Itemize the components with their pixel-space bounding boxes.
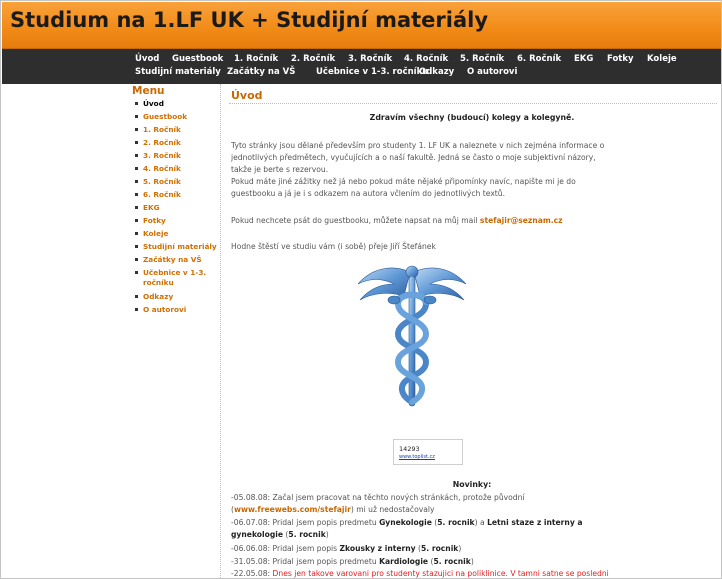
nav-link-1-rocnik[interactable]: 1. Ročník [234, 54, 278, 64]
browser-page: Studium na 1.LF UK + Studijní materiály … [0, 0, 722, 579]
intro-line-5: guestbooku a já je i s odkazem na autora… [231, 189, 506, 198]
sidebar-item-4-rocnik[interactable]: 4. Ročník [135, 164, 219, 174]
news-item-4: -31.05.08: Pridal jsem popis predmetu Ka… [231, 557, 474, 566]
bullet-icon [135, 294, 138, 298]
news-item-5: -22.05.08: Dnes jen takove varovani pro … [231, 569, 609, 578]
sidebar-item-2-rocnik[interactable]: 2. Ročník [135, 138, 219, 148]
bullet-icon [135, 257, 138, 261]
left-margin [2, 84, 129, 578]
bullet-icon [135, 218, 138, 222]
top-navigation: Úvod Guestbook 1. Ročník 2. Ročník 3. Ro… [2, 49, 721, 84]
nav-link-3-rocnik[interactable]: 3. Ročník [348, 54, 392, 64]
bullet-icon [135, 101, 138, 105]
wish-paragraph: Hodne štěstí ve studiu vám (i sobě) přej… [231, 242, 436, 251]
counter-link[interactable]: www.toplist.cz [399, 454, 435, 460]
news-item-1-cont: (www.freewebs.com/stefajir) mi už nedost… [231, 505, 435, 514]
bullet-icon [135, 192, 138, 196]
mail-paragraph: Pokud nechcete psát do guestbooku, můžet… [231, 216, 563, 225]
bullet-icon [135, 140, 138, 144]
news-item-3: -06.06.08: Pridal jsem popis Zkousky z i… [231, 544, 462, 553]
nav-link-ucebnice[interactable]: Učebnice v 1-3. ročníku [316, 67, 428, 77]
bullet-icon [135, 270, 138, 274]
sidebar-item-5-rocnik[interactable]: 5. Ročník [135, 177, 219, 187]
main-content: Úvod Zdravím všechny (budoucí) kolegy a … [222, 84, 721, 578]
nav-link-zacatky-na-vs[interactable]: Začátky na VŠ [227, 67, 295, 77]
freewebs-link[interactable]: www.freewebs.com/stefajir [234, 505, 351, 514]
sidebar-item-studijni-materialy[interactable]: Studijní materiály [135, 242, 219, 252]
sidebar-item-1-rocnik[interactable]: 1. Ročník [135, 125, 219, 135]
title-divider [229, 103, 717, 104]
sidebar-item-ekg[interactable]: EKG [135, 203, 219, 213]
nav-link-ekg[interactable]: EKG [574, 54, 593, 64]
caduceus-image [357, 265, 467, 407]
visitor-counter[interactable]: 14293 www.toplist.cz [393, 439, 463, 465]
intro-line-1: Tyto stránky jsou dělané především pro s… [231, 141, 605, 150]
site-header: Studium na 1.LF UK + Studijní materiály [2, 2, 721, 49]
sidebar-item-koleje[interactable]: Koleje [135, 229, 219, 239]
news-item-2-cont: gynekologie (5. rocnik) [231, 530, 329, 539]
sidebar-title: Menu [132, 85, 165, 97]
sidebar-item-6-rocnik[interactable]: 6. Ročník [135, 190, 219, 200]
bullet-icon [135, 179, 138, 183]
sidebar-item-o-autorovi[interactable]: O autorovi [135, 305, 219, 315]
news-item-1: -05.08.08: Začal jsem pracovat na těchto… [231, 493, 525, 502]
intro-line-3: takže je berte s rezervou. [231, 165, 329, 174]
bullet-icon [135, 153, 138, 157]
nav-link-2-rocnik[interactable]: 2. Ročník [291, 54, 335, 64]
bullet-icon [135, 307, 138, 311]
bullet-icon [135, 231, 138, 235]
greeting-text: Zdravím všechny (budoucí) kolegy a koleg… [369, 113, 575, 122]
nav-link-o-autorovi[interactable]: O autorovi [467, 67, 517, 77]
bullet-icon [135, 127, 138, 131]
sidebar-item-3-rocnik[interactable]: 3. Ročník [135, 151, 219, 161]
intro-line-2: jednotlivých předmětech, vyučujících a o… [231, 153, 596, 162]
nav-link-uvod[interactable]: Úvod [135, 54, 159, 64]
counter-value: 14293 [399, 445, 420, 453]
news-title: Novinky: [452, 480, 492, 489]
bullet-icon [135, 205, 138, 209]
bullet-icon [135, 166, 138, 170]
intro-line-4: Pokud máte jiné zážitky než já nebo poku… [231, 177, 576, 186]
nav-link-fotky[interactable]: Fotky [607, 54, 634, 64]
sidebar-item-ucebnice[interactable]: Učebnice v 1-3. ročníku [135, 268, 215, 288]
page-title: Úvod [231, 89, 263, 102]
sidebar-item-uvod[interactable]: Úvod [135, 99, 219, 109]
bullet-icon [135, 114, 138, 118]
sidebar-item-zacatky-na-vs[interactable]: Začátky na VŠ [135, 255, 219, 265]
email-link[interactable]: stefajir@seznam.cz [480, 216, 563, 225]
nav-link-koleje[interactable]: Koleje [647, 54, 677, 64]
site-title: Studium na 1.LF UK + Studijní materiály [10, 8, 489, 32]
nav-link-guestbook[interactable]: Guestbook [172, 54, 223, 64]
nav-link-odkazy[interactable]: Odkazy [419, 67, 454, 77]
nav-link-6-rocnik[interactable]: 6. Ročník [517, 54, 561, 64]
news-item-2: -06.07.08: Pridal jsem popis predmetu Gy… [231, 518, 583, 527]
nav-link-5-rocnik[interactable]: 5. Ročník [460, 54, 504, 64]
nav-link-studijni-materialy[interactable]: Studijní materiály [135, 67, 221, 77]
sidebar-item-odkazy[interactable]: Odkazy [135, 292, 219, 302]
sidebar-item-fotky[interactable]: Fotky [135, 216, 219, 226]
sidebar-item-guestbook[interactable]: Guestbook [135, 112, 219, 122]
bullet-icon [135, 244, 138, 248]
nav-link-4-rocnik[interactable]: 4. Ročník [404, 54, 448, 64]
sidebar-menu: Menu Úvod Guestbook 1. Ročník 2. Ročník … [129, 84, 221, 578]
